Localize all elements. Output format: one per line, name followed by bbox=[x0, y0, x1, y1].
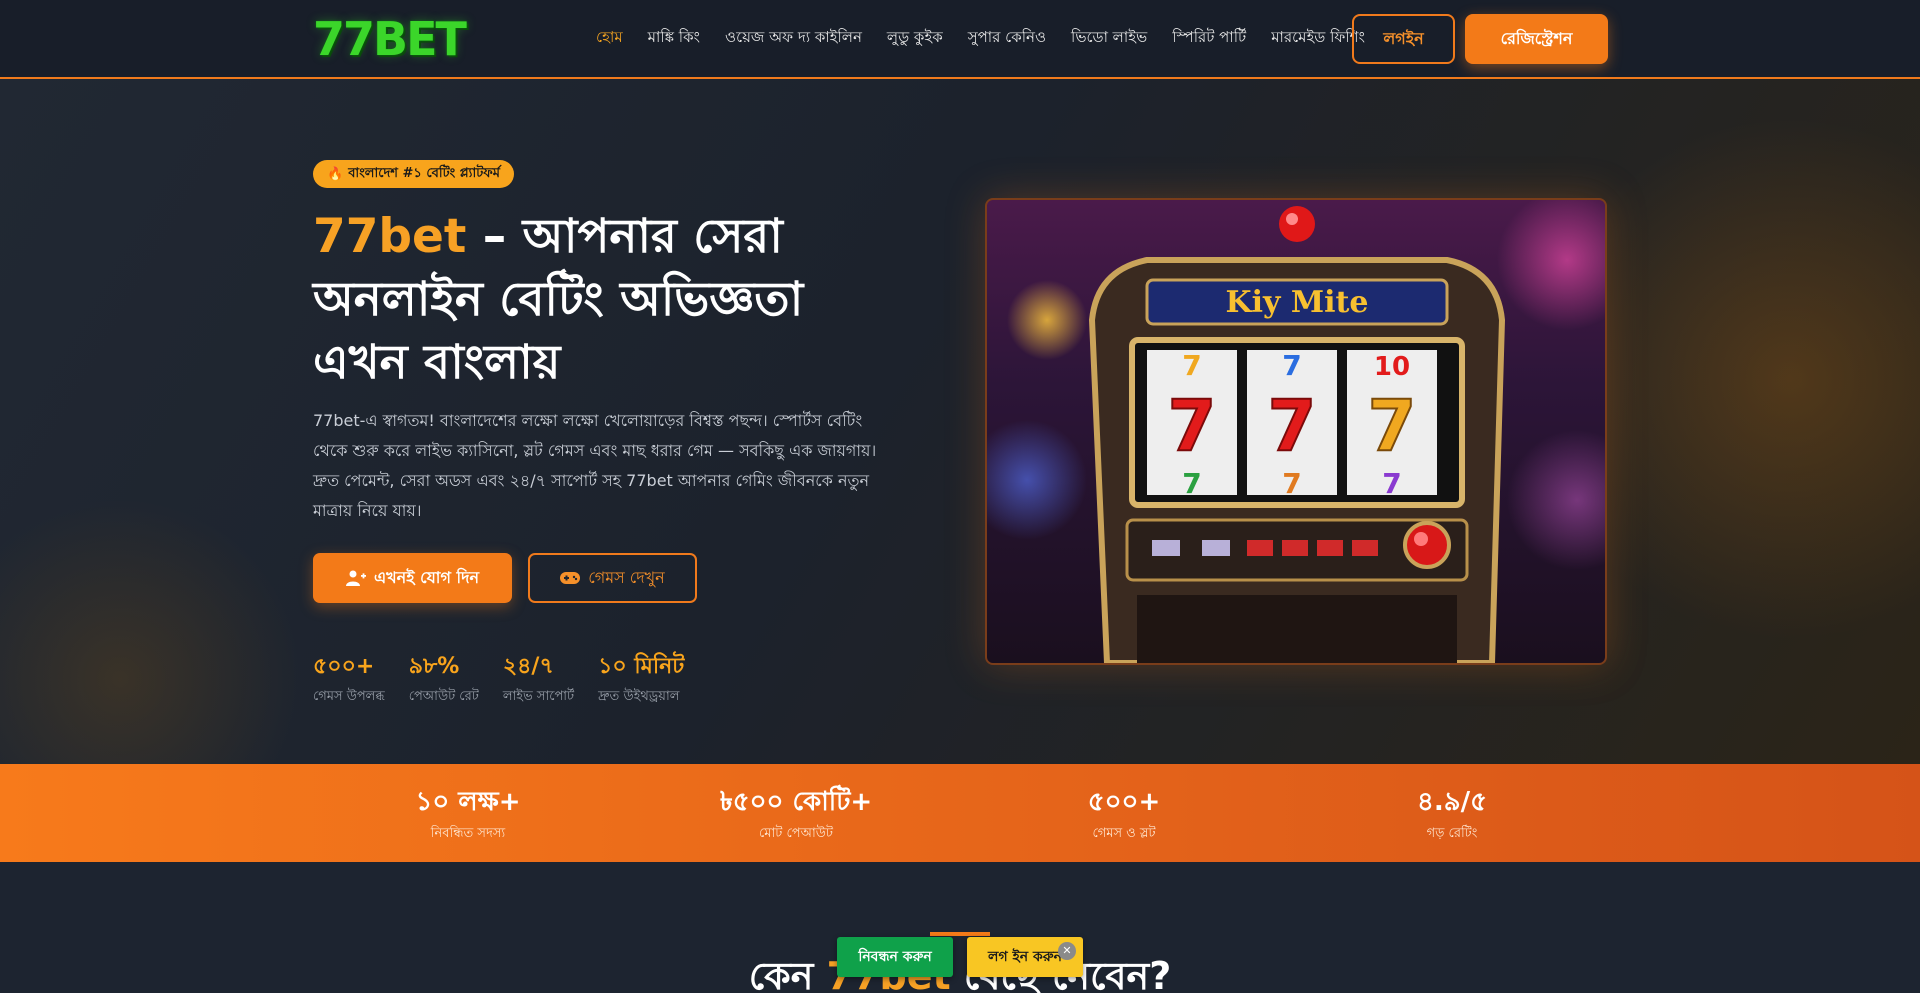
nav-link-spirit-party[interactable]: স্পিরিট পার্টি bbox=[1172, 26, 1246, 48]
stats-band: ১০ লক্ষ+ নিবন্ধিত সদস্য ৳৫০০ কোটি+ মোট প… bbox=[0, 764, 1920, 862]
hero-title: 77bet – আপনার সেরা অনলাইন বেটিং অভিজ্ঞতা… bbox=[313, 205, 873, 394]
nav-link-ludo-quick[interactable]: লুডু কুইক bbox=[887, 26, 943, 48]
hero-badge: 🔥 বাংলাদেশ #১ বেটিং প্ল্যাটফর্ম bbox=[313, 160, 515, 188]
why-choose-section: কেন 77bet বেছে নেবেন? bbox=[0, 862, 1920, 993]
band-stat-label: গেমস ও স্লট bbox=[1092, 826, 1156, 841]
band-stat-value: ৪.৯/৫ bbox=[1417, 787, 1487, 817]
band-stat: ৳৫০০ কোটি+ মোট পেআউট bbox=[696, 786, 896, 845]
register-button[interactable]: রেজিস্ট্রেশন bbox=[1465, 14, 1608, 64]
hero-badge-label: বাংলাদেশ #১ বেটিং প্ল্যাটফর্ম bbox=[348, 165, 501, 181]
nav-link-monkey-king[interactable]: মাঙ্কি কিং bbox=[648, 26, 700, 48]
hero-stat-label: লাইভ সাপোর্ট bbox=[502, 689, 575, 704]
join-now-button[interactable]: এখনই যোগ দিন bbox=[313, 553, 512, 603]
slot-sign-text: Kiy Mite bbox=[1226, 285, 1369, 320]
section-title: কেন 77bet বেছে নেবেন? bbox=[0, 946, 1920, 993]
svg-text:7: 7 bbox=[1382, 467, 1401, 500]
slot-machine-image: Kiy Mite 7 7 7 7 7 10 7 7 7 bbox=[985, 198, 1607, 665]
hero-stat: ২৪/৭ লাইভ সাপোর্ট bbox=[503, 653, 574, 708]
top-navbar: 77BET হোম মাঙ্কি কিং ওয়েজ অফ দ্য কাইলিন… bbox=[0, 0, 1920, 79]
hero-stat-value: ৯৮% bbox=[408, 654, 460, 679]
fire-icon: 🔥 bbox=[327, 166, 344, 182]
site-logo[interactable]: 77BET bbox=[313, 14, 467, 64]
hero-stat-value: ২৪/৭ bbox=[502, 654, 554, 679]
floating-register-button[interactable]: নিবন্ধন করুন bbox=[837, 937, 953, 977]
svg-text:7: 7 bbox=[1182, 349, 1201, 382]
login-button[interactable]: লগইন bbox=[1352, 14, 1455, 64]
hero-stat-label: দ্রুত উইথড্রয়াল bbox=[598, 689, 680, 704]
nav-link-video-live[interactable]: ভিডো লাইভ bbox=[1071, 26, 1147, 48]
svg-text:7: 7 bbox=[1282, 467, 1301, 500]
svg-text:7: 7 bbox=[1268, 385, 1317, 467]
close-icon[interactable]: ✕ bbox=[1058, 942, 1076, 960]
view-games-label: গেমস দেখুন bbox=[588, 567, 665, 587]
hero-stat: ১০ মিনিট দ্রুত উইথড্রয়াল bbox=[598, 653, 684, 708]
hero-stat: ৫০০+ গেমস উপলব্ধ bbox=[313, 653, 385, 708]
band-stat-label: গড় রেটিং bbox=[1426, 826, 1478, 841]
hero-stat: ৯৮% পেআউট রেট bbox=[409, 653, 479, 708]
band-stat: ৪.৯/৫ গড় রেটিং bbox=[1352, 786, 1552, 845]
svg-text:7: 7 bbox=[1282, 349, 1301, 382]
nav-link-super-keno[interactable]: সুপার কেনিও bbox=[968, 26, 1046, 48]
band-stat-value: ৳৫০০ কোটি+ bbox=[719, 787, 873, 817]
section-accent-line bbox=[930, 932, 990, 936]
view-games-button[interactable]: গেমস দেখুন bbox=[528, 553, 697, 603]
band-stat-value: ১০ লক্ষ+ bbox=[415, 787, 521, 817]
user-plus-icon bbox=[345, 570, 366, 586]
hero-stat-label: পেআউট রেট bbox=[408, 689, 479, 704]
svg-text:7: 7 bbox=[1168, 385, 1217, 467]
nav-link-home[interactable]: হোম bbox=[596, 26, 623, 48]
gamepad-icon bbox=[560, 572, 581, 584]
hero-stat-value: ১০ মিনিট bbox=[598, 654, 685, 679]
nav-link-mermaid-fishing[interactable]: মারমেইড ফিশিং bbox=[1271, 26, 1365, 48]
hero-section: 🔥 বাংলাদেশ #১ বেটিং প্ল্যাটফর্ম 77bet – … bbox=[0, 79, 1920, 764]
band-stat: ১০ লক্ষ+ নিবন্ধিত সদস্য bbox=[368, 786, 568, 845]
join-now-label: এখনই যোগ দিন bbox=[373, 567, 480, 587]
hero-stat-label: গেমস উপলব্ধ bbox=[313, 689, 385, 704]
band-stat: ৫০০+ গেমস ও স্লট bbox=[1024, 786, 1224, 845]
svg-text:7: 7 bbox=[1182, 467, 1201, 500]
svg-text:7: 7 bbox=[1368, 385, 1417, 467]
hero-description: 77bet-এ স্বাগতম! বাংলাদেশের লক্ষো লক্ষো … bbox=[313, 411, 877, 520]
hero-title-brand: 77bet bbox=[313, 209, 467, 264]
band-stat-label: মোট পেআউট bbox=[759, 826, 833, 841]
svg-text:10: 10 bbox=[1374, 352, 1410, 382]
band-stat-label: নিবন্ধিত সদস্য bbox=[430, 826, 506, 841]
section-title-pre: কেন bbox=[748, 954, 827, 993]
nav-link-ways-of-qilin[interactable]: ওয়েজ অফ দ্য কাইলিন bbox=[725, 26, 862, 48]
nav-menu: হোম মাঙ্কি কিং ওয়েজ অফ দ্য কাইলিন লুডু … bbox=[596, 26, 1390, 48]
band-stat-value: ৫০০+ bbox=[1087, 787, 1161, 817]
hero-stat-value: ৫০০+ bbox=[313, 654, 375, 679]
hero-stats: ৫০০+ গেমস উপলব্ধ ৯৮% পেআউট রেট ২৪/৭ লাইভ… bbox=[313, 653, 708, 708]
